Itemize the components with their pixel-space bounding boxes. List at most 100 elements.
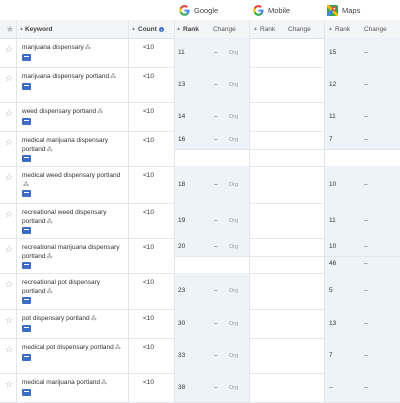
result-type-label: Org (229, 244, 239, 250)
keyword-text[interactable]: weed dispensary portland (22, 108, 96, 115)
mobile-rank-header[interactable]: ▲ Rank (253, 20, 275, 38)
google-rank-value: 23 (178, 287, 186, 294)
keyword-cell[interactable]: medical pot dispensary portland⁂ (22, 344, 122, 361)
count-value: <10 (143, 108, 155, 115)
signal-icon: ⁂ (110, 74, 117, 80)
ranking-badge-icon[interactable] (22, 297, 31, 304)
engine-mobile-label: Mobile (268, 5, 291, 15)
favorite-star-icon[interactable]: ☆ (5, 280, 13, 289)
result-type-label: Org (229, 385, 239, 391)
keyword-text[interactable]: recreational marijuana dispensary portla… (22, 244, 120, 260)
favorite-star-icon[interactable]: ☆ (5, 173, 13, 182)
keyword-text[interactable]: marijuana dispensary (22, 44, 84, 51)
column-divider (128, 20, 129, 402)
column-divider (174, 20, 175, 402)
engine-maps-label: Maps (342, 5, 361, 15)
maps-column-cell (325, 257, 400, 273)
keyword-cell[interactable]: weed dispensary portland⁂ (22, 108, 122, 125)
google-change-value: – (214, 136, 218, 143)
maps-change-value: – (364, 320, 368, 327)
google-change-header[interactable]: Change (213, 20, 236, 38)
maps-change-value: – (364, 181, 368, 188)
maps-change-value: – (364, 260, 368, 267)
google-rank-value: 11 (178, 49, 185, 56)
keyword-cell[interactable]: medical weed dispensary portland ⁂ (22, 172, 122, 197)
ranking-badge-icon[interactable] (22, 82, 31, 90)
maps-change-value: – (364, 113, 368, 120)
maps-icon (327, 4, 338, 16)
favorite-star-icon[interactable]: ☆ (5, 380, 13, 389)
maps-change-value: – (364, 81, 368, 88)
ranking-badge-icon[interactable] (22, 353, 31, 361)
column-divider (16, 20, 17, 402)
google-rank-value: 16 (178, 136, 186, 143)
mobile-change-header[interactable]: Change (288, 20, 311, 38)
keyword-cell[interactable]: recreational marijuana dispensary portla… (22, 244, 122, 269)
keyword-text[interactable]: recreational weed dispensary portland (22, 209, 107, 225)
star-all-icon[interactable]: ★ (6, 20, 14, 38)
google-change-value: – (214, 287, 218, 294)
count-value: <10 (143, 315, 155, 322)
maps-rank-value: 11 (329, 113, 336, 120)
keyword-cell[interactable]: pot dispensary portland⁂ (22, 315, 122, 332)
maps-column-cell (325, 67, 400, 102)
keyword-cell[interactable]: recreational pot dispensary portland⁂ (22, 279, 122, 304)
ranking-badge-icon[interactable] (22, 190, 31, 197)
maps-rank-label: Rank (334, 25, 351, 33)
info-icon[interactable]: i (158, 26, 164, 32)
favorite-star-icon[interactable]: ☆ (5, 138, 13, 147)
ranking-badge-icon[interactable] (22, 53, 31, 61)
keyword-text[interactable]: marijuana dispensary portland (22, 73, 109, 80)
keyword-text[interactable]: pot dispensary portland (22, 315, 90, 322)
keyword-cell[interactable]: medical marijuana portland⁂ (22, 379, 122, 396)
maps-change-value: – (364, 49, 368, 56)
keyword-text[interactable]: medical pot dispensary portland (22, 344, 114, 351)
favorite-star-icon[interactable]: ☆ (5, 345, 13, 354)
keyword-text[interactable]: medical marijuana portland (22, 379, 100, 386)
keyword-cell[interactable]: recreational weed dispensary portland⁂ (22, 209, 122, 234)
keyword-cell[interactable]: marijuana dispensary⁂ (22, 44, 122, 61)
keyword-header[interactable]: Keyword (25, 20, 52, 38)
keyword-text[interactable]: medical weed dispensary portland (22, 172, 120, 179)
favorite-star-icon[interactable]: ☆ (5, 210, 13, 219)
ranking-badge-icon[interactable] (22, 388, 31, 396)
count-value: <10 (143, 379, 155, 386)
sort-icon: ▲ (19, 26, 24, 32)
favorite-star-icon[interactable]: ☆ (5, 109, 13, 118)
signal-icon: ⁂ (46, 253, 53, 260)
maps-rank-value: 5 (329, 287, 333, 294)
maps-column-cell (325, 373, 400, 402)
ranking-badge-icon[interactable] (22, 117, 31, 125)
result-type-label: Org (229, 218, 239, 224)
signal-icon: ⁂ (90, 316, 97, 322)
maps-change-header[interactable]: Change (364, 20, 387, 38)
ranking-badge-icon[interactable] (22, 227, 31, 234)
keyword-text[interactable]: recreational pot dispensary portland (22, 279, 100, 295)
maps-change-value: – (364, 136, 368, 143)
favorite-star-icon[interactable]: ☆ (5, 245, 13, 254)
keyword-text[interactable]: medical marijuana dispensary portland (22, 137, 108, 153)
favorite-star-icon[interactable]: ☆ (5, 316, 13, 325)
ranking-badge-icon[interactable] (22, 155, 31, 162)
maps-rank-header[interactable]: ▲ Rank (328, 20, 350, 38)
keyword-cell[interactable]: marijuana dispensary portland⁂ (22, 73, 122, 90)
maps-rank-value: – (329, 384, 333, 391)
count-value: <10 (143, 279, 155, 286)
signal-icon: ⁂ (101, 380, 108, 386)
ranking-badge-icon[interactable] (22, 262, 31, 269)
maps-column-cell (325, 38, 400, 67)
result-type-label: Org (229, 114, 239, 120)
google-change-value: – (214, 217, 218, 224)
maps-column-cell (325, 102, 400, 131)
google-rank-header[interactable]: ▲ Rank (176, 20, 199, 38)
google-change-value: – (214, 181, 218, 188)
google-rank-value: 33 (178, 352, 186, 359)
column-divider (249, 20, 250, 402)
favorite-star-icon[interactable]: ☆ (5, 74, 13, 83)
keyword-cell[interactable]: medical marijuana dispensary portland⁂ (22, 137, 122, 162)
favorite-star-icon[interactable]: ☆ (5, 45, 13, 54)
count-header[interactable]: Count i (138, 20, 164, 38)
result-type-label: Org (229, 82, 239, 88)
google-change-value: – (214, 113, 218, 120)
ranking-badge-icon[interactable] (22, 324, 31, 332)
